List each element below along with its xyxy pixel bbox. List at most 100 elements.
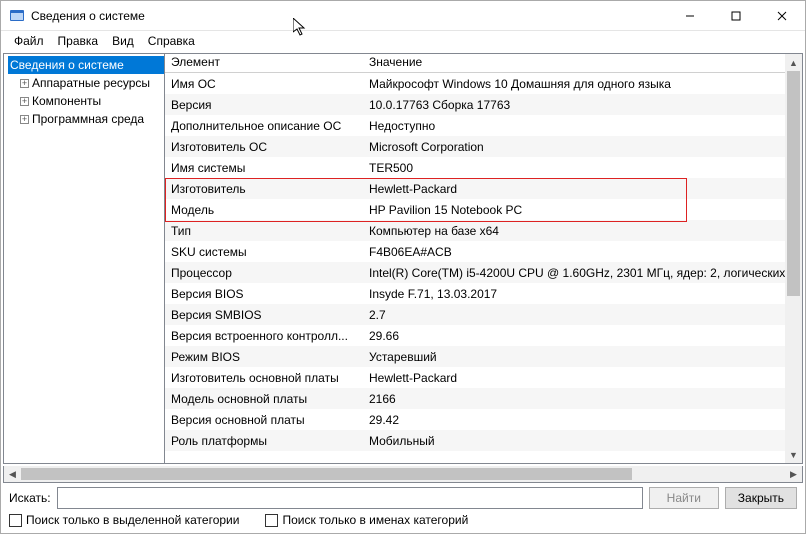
details-column-header[interactable]: Элемент Значение — [165, 54, 802, 73]
table-row[interactable]: Версия основной платы29.42 — [165, 409, 802, 430]
property-value: HP Pavilion 15 Notebook PC — [363, 202, 802, 218]
search-bar: Искать: Найти Закрыть — [1, 483, 805, 511]
property-key: Версия встроенного контролл... — [165, 328, 363, 344]
scroll-right-arrow[interactable]: ▶ — [785, 466, 802, 482]
table-row[interactable]: Изготовитель ОСMicrosoft Corporation — [165, 136, 802, 157]
property-key: Версия SMBIOS — [165, 307, 363, 323]
property-value: Компьютер на базе x64 — [363, 223, 802, 239]
property-value: 29.42 — [363, 412, 802, 428]
search-options: Поиск только в выделенной категории Поис… — [1, 511, 805, 533]
minimize-button[interactable] — [667, 1, 713, 31]
property-value: TER500 — [363, 160, 802, 176]
scroll-up-arrow[interactable]: ▲ — [785, 54, 802, 71]
horizontal-scrollbar[interactable]: ◀ ▶ — [3, 466, 803, 483]
menu-вид[interactable]: Вид — [105, 33, 141, 49]
table-row[interactable]: Версия SMBIOS2.7 — [165, 304, 802, 325]
property-value: Hewlett-Packard — [363, 370, 802, 386]
property-key: Версия BIOS — [165, 286, 363, 302]
checkbox-category-names[interactable]: Поиск только в именах категорий — [265, 513, 468, 527]
property-value: Insyde F.71, 13.03.2017 — [363, 286, 802, 302]
table-row[interactable]: Имя системыTER500 — [165, 157, 802, 178]
close-button[interactable] — [759, 1, 805, 31]
menu-файл[interactable]: Файл — [7, 33, 51, 49]
property-key: Модель основной платы — [165, 391, 363, 407]
property-value: Майкрософт Windows 10 Домашняя для одног… — [363, 76, 802, 92]
maximize-button[interactable] — [713, 1, 759, 31]
search-input[interactable] — [57, 487, 643, 509]
menu-справка[interactable]: Справка — [141, 33, 202, 49]
property-key: Модель — [165, 202, 363, 218]
tree-root-system-summary[interactable]: Сведения о системе — [8, 56, 164, 74]
property-key: Имя системы — [165, 160, 363, 176]
find-button[interactable]: Найти — [649, 487, 719, 509]
scroll-track[interactable] — [785, 71, 802, 446]
scroll-left-arrow[interactable]: ◀ — [4, 466, 21, 482]
property-value: Устаревший — [363, 349, 802, 365]
property-key: SKU системы — [165, 244, 363, 260]
property-value: Intel(R) Core(TM) i5-4200U CPU @ 1.60GHz… — [363, 265, 802, 281]
property-value: 2.7 — [363, 307, 802, 323]
menu-правка[interactable]: Правка — [51, 33, 106, 49]
property-key: Изготовитель основной платы — [165, 370, 363, 386]
table-row[interactable]: МодельHP Pavilion 15 Notebook PC — [165, 199, 802, 220]
vertical-scrollbar[interactable]: ▲ ▼ — [785, 54, 802, 463]
property-value: Hewlett-Packard — [363, 181, 802, 197]
scroll-down-arrow[interactable]: ▼ — [785, 446, 802, 463]
tree-label: Компоненты — [32, 94, 101, 108]
table-row[interactable]: SKU системыF4B06EA#ACB — [165, 241, 802, 262]
property-key: Режим BIOS — [165, 349, 363, 365]
table-row[interactable]: ТипКомпьютер на базе x64 — [165, 220, 802, 241]
property-key: Версия — [165, 97, 363, 113]
scroll-thumb-h[interactable] — [21, 468, 632, 480]
table-row[interactable]: Дополнительное описание ОСНедоступно — [165, 115, 802, 136]
tree-expand-icon[interactable]: + — [20, 115, 29, 124]
table-row[interactable]: Имя ОСМайкрософт Windows 10 Домашняя для… — [165, 73, 802, 94]
tree-item[interactable]: +Программная среда — [18, 110, 164, 128]
checkbox-icon — [265, 514, 278, 527]
property-value: Мобильный — [363, 433, 802, 449]
table-row[interactable]: ПроцессорIntel(R) Core(TM) i5-4200U CPU … — [165, 262, 802, 283]
property-value: Microsoft Corporation — [363, 139, 802, 155]
content-area: Сведения о системе +Аппаратные ресурсы+К… — [3, 53, 803, 464]
table-row[interactable]: Версия BIOSInsyde F.71, 13.03.2017 — [165, 283, 802, 304]
table-row[interactable]: Роль платформыМобильный — [165, 430, 802, 451]
tree-label: Программная среда — [32, 112, 144, 126]
column-header-element[interactable]: Элемент — [165, 54, 363, 72]
property-value: Недоступно — [363, 118, 802, 134]
property-key: Процессор — [165, 265, 363, 281]
property-key: Роль платформы — [165, 433, 363, 449]
property-key: Изготовитель ОС — [165, 139, 363, 155]
table-row[interactable]: Режим BIOSУстаревший — [165, 346, 802, 367]
tree-expand-icon[interactable]: + — [20, 79, 29, 88]
property-key: Версия основной платы — [165, 412, 363, 428]
table-row[interactable]: Версия встроенного контролл...29.66 — [165, 325, 802, 346]
property-key: Дополнительное описание ОС — [165, 118, 363, 134]
property-key: Имя ОС — [165, 76, 363, 92]
search-label: Искать: — [9, 491, 51, 505]
title-bar: Сведения о системе — [1, 1, 805, 31]
tree-item[interactable]: +Аппаратные ресурсы — [18, 74, 164, 92]
checkbox-selected-category[interactable]: Поиск только в выделенной категории — [9, 513, 239, 527]
tree-item[interactable]: +Компоненты — [18, 92, 164, 110]
tree-pane[interactable]: Сведения о системе +Аппаратные ресурсы+К… — [4, 54, 165, 463]
table-row[interactable]: Изготовитель основной платыHewlett-Packa… — [165, 367, 802, 388]
scroll-thumb[interactable] — [787, 71, 800, 296]
window-title: Сведения о системе — [31, 9, 145, 23]
scroll-track-h[interactable] — [21, 466, 785, 482]
table-row[interactable]: Версия10.0.17763 Сборка 17763 — [165, 94, 802, 115]
property-key: Изготовитель — [165, 181, 363, 197]
property-key: Тип — [165, 223, 363, 239]
property-value: 29.66 — [363, 328, 802, 344]
table-row[interactable]: Модель основной платы2166 — [165, 388, 802, 409]
column-header-value[interactable]: Значение — [363, 54, 802, 72]
app-icon — [9, 8, 25, 24]
property-value: 2166 — [363, 391, 802, 407]
close-find-button[interactable]: Закрыть — [725, 487, 797, 509]
property-value: F4B06EA#ACB — [363, 244, 802, 260]
table-row[interactable]: ИзготовительHewlett-Packard — [165, 178, 802, 199]
details-pane: Элемент Значение Имя ОСМайкрософт Window… — [165, 54, 802, 463]
details-body[interactable]: Имя ОСМайкрософт Windows 10 Домашняя для… — [165, 73, 802, 463]
tree-expand-icon[interactable]: + — [20, 97, 29, 106]
menu-bar: ФайлПравкаВидСправка — [1, 31, 805, 51]
property-value: 10.0.17763 Сборка 17763 — [363, 97, 802, 113]
